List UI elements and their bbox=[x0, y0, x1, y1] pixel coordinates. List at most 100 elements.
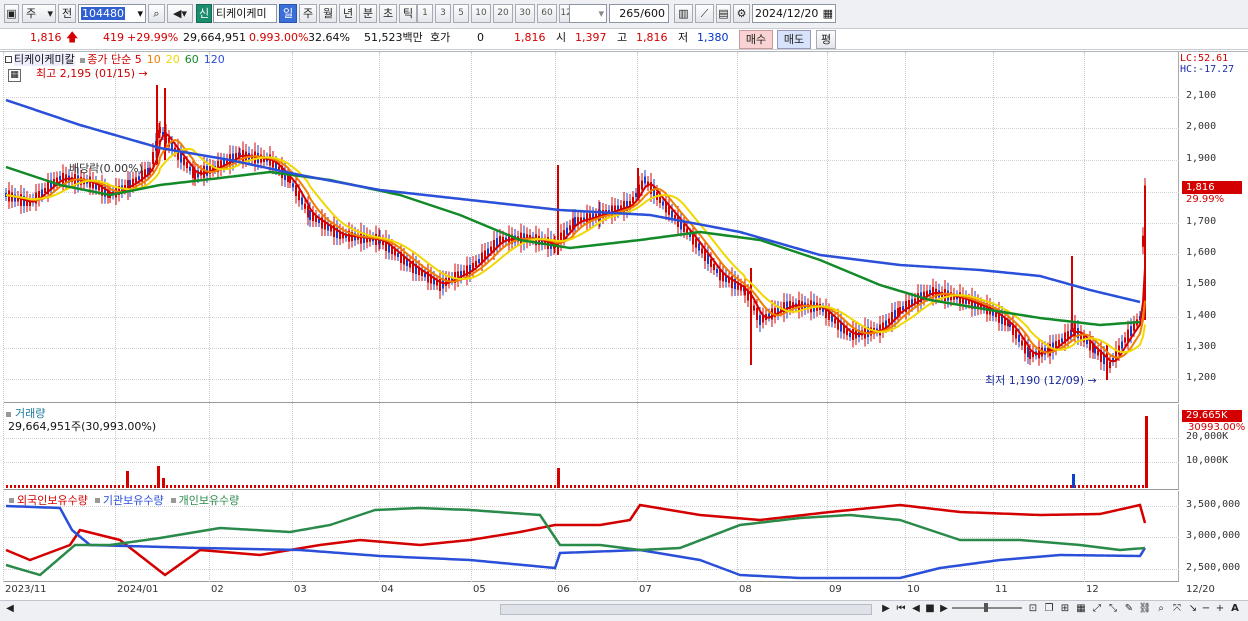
volume-bar bbox=[422, 485, 424, 488]
speed-slider-handle[interactable] bbox=[984, 603, 988, 612]
volume-bar bbox=[586, 485, 588, 488]
volume-bar bbox=[458, 485, 460, 488]
volume-bar bbox=[950, 485, 952, 488]
candle-body bbox=[849, 333, 851, 337]
volume-bar bbox=[166, 485, 168, 488]
ma-60-label[interactable]: 60 bbox=[185, 53, 199, 66]
text-size-icon[interactable]: A bbox=[1228, 602, 1242, 617]
volume-bar bbox=[350, 485, 352, 488]
collapse-arrow-icon[interactable]: ↘ bbox=[1186, 602, 1200, 617]
zoom-in-icon[interactable]: + bbox=[1214, 602, 1226, 617]
volume-bar bbox=[986, 485, 988, 488]
volume-bar bbox=[294, 485, 296, 488]
zoom-fit-icon[interactable]: ⊡ bbox=[1026, 602, 1040, 617]
volume-bar bbox=[110, 485, 112, 488]
price-axis-label: 2,000 bbox=[1186, 121, 1217, 132]
volume-bar bbox=[534, 485, 536, 488]
x-axis-label: 11 bbox=[995, 584, 1008, 595]
scroll-right-icon[interactable]: ▶ bbox=[880, 602, 892, 617]
zoom-out-icon[interactable]: − bbox=[1200, 602, 1212, 617]
layout-icon[interactable]: ⊞ bbox=[1058, 602, 1072, 617]
ma-10-label[interactable]: 10 bbox=[147, 53, 161, 66]
legend-dot-icon bbox=[80, 58, 86, 63]
volume-bar bbox=[766, 485, 768, 488]
volume-bar bbox=[982, 485, 984, 488]
scroll-left-icon[interactable]: ◀ bbox=[4, 602, 16, 617]
volume-bar bbox=[998, 485, 1000, 488]
volume-bar bbox=[730, 485, 732, 488]
magnify-icon[interactable]: ⌕ bbox=[1154, 602, 1168, 617]
volume-bar bbox=[954, 485, 956, 488]
price-axis-label: 1,900 bbox=[1186, 153, 1217, 164]
volume-bar bbox=[630, 485, 632, 488]
volume-bar bbox=[198, 485, 200, 488]
volume-bar bbox=[362, 485, 364, 488]
scroll-thumb[interactable] bbox=[500, 604, 872, 615]
min-note-text: 최저 1,190 (12/09) bbox=[985, 374, 1085, 387]
dividend-note: 배당락(0.00%) bbox=[69, 162, 143, 175]
volume-bar bbox=[42, 485, 44, 488]
volume-bar bbox=[170, 485, 172, 488]
pan-icon[interactable]: ⤧ bbox=[1170, 602, 1184, 617]
copy-icon[interactable]: ❐ bbox=[1042, 602, 1056, 617]
holdings-axis-label: 3,500,000 bbox=[1186, 499, 1241, 510]
collapse-icon[interactable]: ⤡ bbox=[1106, 602, 1120, 617]
candle-body bbox=[183, 157, 185, 166]
x-axis-label: 12/20 bbox=[1186, 584, 1215, 595]
grid-icon[interactable]: ▦ bbox=[1074, 602, 1088, 617]
holdings-series-2[interactable]: 개인보유수량 bbox=[179, 494, 240, 507]
volume-bar bbox=[758, 485, 760, 488]
next-icon[interactable]: ▶ bbox=[938, 602, 950, 617]
candle-body bbox=[295, 185, 297, 196]
draw-icon[interactable]: ✎ bbox=[1122, 602, 1136, 617]
expand-icon[interactable]: ⤢ bbox=[1090, 602, 1104, 617]
x-axis-label: 02 bbox=[211, 584, 224, 595]
volume-bar bbox=[310, 485, 312, 488]
volume-bar bbox=[678, 485, 680, 488]
volume-bar bbox=[570, 485, 572, 488]
volume-bar bbox=[510, 485, 512, 488]
volume-bar bbox=[1118, 485, 1120, 488]
volume-bar bbox=[838, 485, 840, 488]
volume-bar bbox=[774, 485, 776, 488]
volume-bar bbox=[782, 485, 784, 488]
volume-bar bbox=[282, 485, 284, 488]
volume-bar bbox=[826, 485, 828, 488]
volume-bar bbox=[742, 485, 744, 488]
max-note-text: 최고 2,195 (01/15) bbox=[36, 67, 136, 80]
holdings-series-1[interactable]: 기관보유수량 bbox=[103, 494, 164, 507]
prev-icon[interactable]: ◀ bbox=[910, 602, 922, 617]
volume-bar bbox=[990, 485, 992, 488]
candle-body bbox=[753, 305, 755, 311]
volume-bar bbox=[1086, 485, 1088, 488]
volume-bar bbox=[118, 485, 120, 488]
volume-bar bbox=[770, 485, 772, 488]
candle-body bbox=[309, 210, 311, 220]
table-icon[interactable]: ▦ bbox=[8, 69, 21, 82]
ma-120-line bbox=[5, 98, 1141, 304]
volume-bar bbox=[474, 485, 476, 488]
candle-body bbox=[671, 210, 673, 218]
volume-bar bbox=[58, 485, 60, 488]
stop-icon[interactable]: ■ bbox=[924, 602, 936, 617]
rewind-icon[interactable]: ⏮ bbox=[894, 602, 908, 617]
legend-dot-icon bbox=[6, 412, 11, 417]
last-rate: 29.99% bbox=[1186, 194, 1225, 205]
ma-20-label[interactable]: 20 bbox=[166, 53, 180, 66]
volume-bar bbox=[186, 485, 188, 488]
holdings-legend: 외국인보유수량 기관보유수량 개인보유수량 bbox=[6, 492, 243, 508]
candle-body bbox=[1029, 351, 1031, 359]
holdings-series-0[interactable]: 외국인보유수량 bbox=[17, 494, 88, 507]
volume-bar bbox=[698, 485, 700, 488]
x-axis-label: 06 bbox=[557, 584, 570, 595]
link-icon[interactable]: ⛓ bbox=[1138, 602, 1152, 617]
volume-bar bbox=[578, 485, 580, 488]
ma-120-label[interactable]: 120 bbox=[204, 53, 225, 66]
volume-bar bbox=[378, 485, 380, 488]
volume-badge: 29.665K bbox=[1182, 410, 1242, 422]
volume-bar bbox=[410, 485, 412, 488]
volume-bar bbox=[714, 485, 716, 488]
legend-dot-icon bbox=[9, 498, 14, 503]
volume-bar bbox=[54, 485, 56, 488]
volume-bar bbox=[726, 485, 728, 488]
